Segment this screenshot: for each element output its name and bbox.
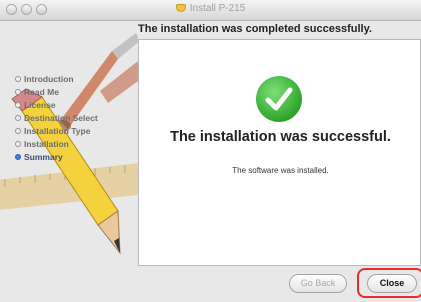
- success-subtext: The software was installed.: [232, 166, 329, 175]
- step-bullet-icon: [15, 89, 21, 95]
- step-bullet-icon: [15, 102, 21, 108]
- step-license: License: [15, 99, 98, 112]
- step-bullet-icon: [15, 115, 21, 121]
- installer-steps-list: Introduction Read Me License Destination…: [15, 73, 98, 164]
- step-bullet-icon: [15, 76, 21, 82]
- window-title: Install P-215: [0, 3, 421, 14]
- step-label: Installation: [24, 139, 69, 149]
- green-checkmark-icon: [256, 76, 302, 122]
- installer-window: Install P-215 The installation was compl…: [0, 0, 421, 302]
- step-label: Summary: [24, 152, 63, 162]
- step-label: License: [24, 100, 56, 110]
- step-installation: Installation: [15, 138, 98, 151]
- success-headline: The installation was successful.: [170, 129, 391, 145]
- step-installation-type: Installation Type: [15, 125, 98, 138]
- step-bullet-icon: [15, 141, 21, 147]
- current-step-bullet-icon: [15, 154, 21, 160]
- page-header: The installation was completed successfu…: [138, 23, 372, 35]
- content-panel: The installation was successful. The sof…: [138, 39, 421, 266]
- step-read-me: Read Me: [15, 86, 98, 99]
- title-bar: Install P-215: [0, 0, 421, 21]
- sidebar: Introduction Read Me License Destination…: [0, 21, 138, 302]
- step-destination-select: Destination Select: [15, 112, 98, 125]
- step-summary: Summary: [15, 151, 98, 164]
- installer-box-icon: [175, 4, 186, 12]
- go-back-button[interactable]: Go Back: [289, 274, 347, 293]
- step-label: Introduction: [24, 74, 74, 84]
- close-button[interactable]: Close: [367, 274, 417, 293]
- step-label: Installation Type: [24, 126, 91, 136]
- step-label: Read Me: [24, 87, 59, 97]
- step-label: Destination Select: [24, 113, 98, 123]
- step-bullet-icon: [15, 128, 21, 134]
- step-introduction: Introduction: [15, 73, 98, 86]
- window-title-text: Install P-215: [189, 3, 246, 14]
